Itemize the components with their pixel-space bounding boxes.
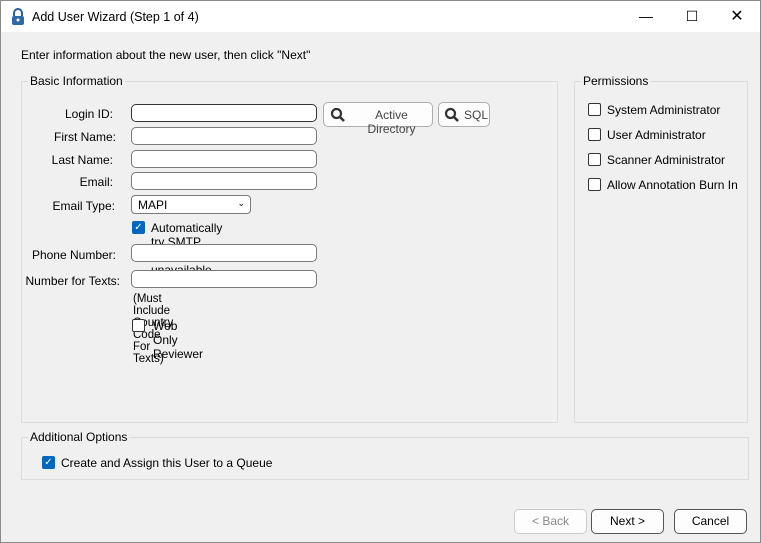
permissions-legend: Permissions bbox=[581, 74, 651, 88]
phone-number-input[interactable] bbox=[131, 244, 317, 262]
annotation-burn-in-label: Allow Annotation Burn In bbox=[607, 178, 738, 192]
email-label: Email: bbox=[79, 175, 113, 189]
instruction-text: Enter information about the new user, th… bbox=[21, 48, 311, 62]
phone-number-label: Phone Number: bbox=[31, 248, 116, 262]
email-type-label: Email Type: bbox=[52, 199, 115, 213]
chevron-down-icon: ⌄ bbox=[237, 198, 245, 208]
sql-button[interactable]: SQL bbox=[438, 102, 490, 127]
back-button[interactable]: < Back bbox=[514, 509, 587, 534]
next-button[interactable]: Next > bbox=[591, 509, 664, 534]
close-button[interactable]: ✕ bbox=[714, 1, 760, 32]
sql-label: SQL bbox=[464, 108, 489, 122]
title-bar: Add User Wizard (Step 1 of 4) — ☐ ✕ bbox=[1, 1, 760, 32]
login-id-input[interactable] bbox=[131, 104, 317, 122]
number-for-texts-input[interactable] bbox=[131, 270, 317, 288]
additional-options-group: Additional Options ✓ Create and Assign t… bbox=[21, 430, 749, 480]
number-for-texts-label: Number for Texts: bbox=[25, 274, 120, 288]
maximize-button[interactable]: ☐ bbox=[669, 1, 715, 32]
window-title: Add User Wizard (Step 1 of 4) bbox=[32, 10, 199, 24]
active-directory-label: Active Directory bbox=[367, 108, 416, 136]
search-icon bbox=[444, 107, 460, 126]
active-directory-button[interactable]: Active Directory bbox=[323, 102, 433, 136]
user-administrator-label: User Administrator bbox=[607, 128, 706, 142]
email-input[interactable] bbox=[131, 172, 317, 190]
system-administrator-checkbox[interactable] bbox=[588, 103, 601, 116]
wizard-window: Add User Wizard (Step 1 of 4) — ☐ ✕ Ente… bbox=[0, 0, 761, 543]
last-name-input[interactable] bbox=[131, 150, 317, 168]
permissions-group: Permissions System Administrator User Ad… bbox=[574, 74, 748, 423]
minimize-button[interactable]: — bbox=[623, 1, 669, 32]
queue-checkbox[interactable]: ✓ bbox=[42, 456, 55, 469]
email-type-value: MAPI bbox=[138, 198, 168, 212]
scanner-administrator-checkbox[interactable] bbox=[588, 153, 601, 166]
smtp-checkbox[interactable]: ✓ bbox=[132, 221, 145, 234]
queue-label: Create and Assign this User to a Queue bbox=[61, 456, 273, 470]
user-administrator-checkbox[interactable] bbox=[588, 128, 601, 141]
web-only-reviewer-label: Web Only Reviewer bbox=[153, 319, 204, 361]
cancel-button[interactable]: Cancel bbox=[674, 509, 747, 534]
first-name-input[interactable] bbox=[131, 127, 317, 145]
login-id-label: Login ID: bbox=[64, 107, 113, 121]
last-name-label: Last Name: bbox=[51, 153, 113, 167]
system-administrator-label: System Administrator bbox=[607, 103, 721, 117]
basic-information-legend: Basic Information bbox=[28, 74, 125, 88]
first-name-label: First Name: bbox=[53, 130, 116, 144]
search-icon bbox=[330, 107, 346, 126]
annotation-burn-in-checkbox[interactable] bbox=[588, 178, 601, 191]
email-type-select[interactable]: MAPI ⌄ bbox=[131, 195, 251, 214]
web-only-reviewer-checkbox[interactable] bbox=[132, 319, 145, 332]
scanner-administrator-label: Scanner Administrator bbox=[607, 153, 726, 167]
lock-icon bbox=[11, 8, 25, 29]
additional-options-legend: Additional Options bbox=[28, 430, 130, 444]
